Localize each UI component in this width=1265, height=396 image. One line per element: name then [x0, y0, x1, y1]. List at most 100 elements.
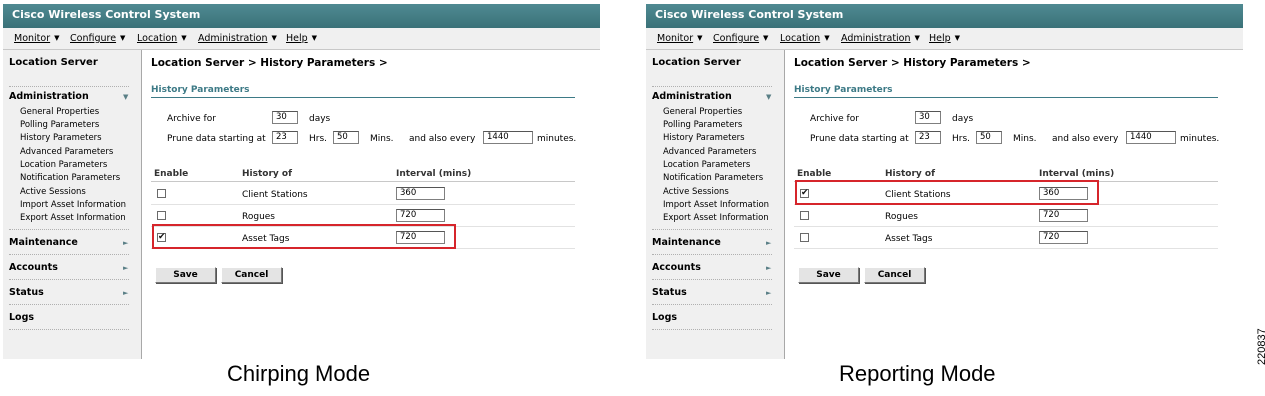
divider: [794, 248, 1218, 249]
divider: [652, 304, 772, 305]
chevron-right-icon[interactable]: ►: [123, 264, 128, 272]
cancel-button[interactable]: Cancel: [221, 267, 282, 283]
menu-help[interactable]: Help ▼: [286, 28, 317, 49]
divider: [652, 229, 772, 230]
prune-every-input[interactable]: 1440: [483, 131, 533, 144]
prune-hrs-input[interactable]: 23: [272, 131, 298, 144]
sidebar-item-export-asset-information[interactable]: Export Asset Information: [20, 213, 126, 223]
divider: [652, 254, 772, 255]
interval-input-rogues[interactable]: 720: [1039, 209, 1088, 222]
archive-days-input[interactable]: 30: [272, 111, 298, 124]
highlight-box: [795, 180, 1099, 205]
prune-mins-input[interactable]: 50: [333, 131, 359, 144]
prune-every-label: and also every: [1052, 134, 1119, 144]
menu-location[interactable]: Location ▼: [137, 28, 187, 49]
prune-mins-input[interactable]: 50: [976, 131, 1002, 144]
sidebar-section-status[interactable]: Status: [9, 287, 44, 298]
sidebar-item-general-properties[interactable]: General Properties: [20, 107, 99, 117]
sidebar-item-advanced-parameters[interactable]: Advanced Parameters: [20, 147, 113, 157]
screenshot-chirping-mode: Cisco Wireless Control System Monitor ▼ C…: [3, 4, 600, 359]
prune-every-label: and also every: [409, 134, 476, 144]
sidebar-section-logs[interactable]: Logs: [652, 312, 677, 323]
archive-days-input[interactable]: 30: [915, 111, 941, 124]
chevron-right-icon[interactable]: ►: [766, 239, 771, 247]
archive-unit-label: days: [309, 114, 331, 124]
chevron-right-icon[interactable]: ►: [123, 289, 128, 297]
menu-configure[interactable]: Configure ▼: [70, 28, 125, 49]
menu-administration[interactable]: Administration ▼: [841, 28, 920, 49]
chevron-right-icon[interactable]: ►: [766, 289, 771, 297]
menu-monitor[interactable]: Monitor ▼: [657, 28, 703, 49]
enable-checkbox-rogues[interactable]: [157, 211, 166, 220]
sidebar-item-active-sessions[interactable]: Active Sessions: [20, 187, 86, 197]
save-button[interactable]: Save: [798, 267, 859, 283]
menu-bar: Monitor ▼ Configure ▼ Location ▼ Administra…: [646, 28, 1243, 50]
prune-every-unit: minutes.: [1180, 134, 1220, 144]
sidebar-title: Location Server: [9, 57, 98, 68]
sidebar-section-administration[interactable]: Administration: [652, 91, 732, 102]
sidebar-item-import-asset-information[interactable]: Import Asset Information: [20, 200, 126, 210]
breadcrumb: Location Server > History Parameters >: [794, 57, 1031, 69]
sidebar-item-export-asset-information[interactable]: Export Asset Information: [663, 213, 769, 223]
prune-hrs-input[interactable]: 23: [915, 131, 941, 144]
sidebar-item-import-asset-information[interactable]: Import Asset Information: [663, 200, 769, 210]
sidebar-item-active-sessions[interactable]: Active Sessions: [663, 187, 729, 197]
chevron-down-icon: ▼: [824, 34, 830, 42]
sidebar-section-maintenance[interactable]: Maintenance: [652, 237, 721, 248]
cancel-button[interactable]: Cancel: [864, 267, 925, 283]
column-header-enable: Enable: [797, 169, 832, 179]
interval-input-asset-tags[interactable]: 720: [1039, 231, 1088, 244]
sidebar-item-polling-parameters[interactable]: Polling Parameters: [20, 120, 99, 130]
chevron-down-icon: ▼: [763, 34, 769, 42]
row-label-asset-tags: Asset Tags: [885, 234, 933, 244]
sidebar-section-logs[interactable]: Logs: [9, 312, 34, 323]
interval-input-rogues[interactable]: 720: [396, 209, 445, 222]
menu-bar: Monitor ▼ Configure ▼ Location ▼ Administra…: [3, 28, 600, 50]
menu-monitor[interactable]: Monitor ▼: [14, 28, 60, 49]
divider: [9, 86, 129, 87]
chevron-right-icon[interactable]: ►: [766, 264, 771, 272]
interval-input-client-stations[interactable]: 360: [396, 187, 445, 200]
divider: [9, 229, 129, 230]
sidebar: Location Server Administration ▼ General…: [646, 50, 785, 359]
menu-help[interactable]: Help ▼: [929, 28, 960, 49]
figure-number: 220837: [1256, 328, 1265, 365]
row-label-client-stations: Client Stations: [242, 190, 308, 200]
sidebar-section-status[interactable]: Status: [652, 287, 687, 298]
enable-checkbox-rogues[interactable]: [800, 211, 809, 220]
divider: [151, 204, 575, 205]
divider: [652, 279, 772, 280]
chevron-down-icon[interactable]: ▼: [123, 93, 128, 101]
divider: [652, 329, 772, 330]
sidebar-section-administration[interactable]: Administration: [9, 91, 89, 102]
column-header-interval: Interval (mins): [1039, 169, 1115, 179]
chevron-right-icon[interactable]: ►: [123, 239, 128, 247]
divider: [652, 86, 772, 87]
sidebar-section-maintenance[interactable]: Maintenance: [9, 237, 78, 248]
prune-every-input[interactable]: 1440: [1126, 131, 1176, 144]
archive-label: Archive for: [810, 114, 859, 124]
sidebar-item-notification-parameters[interactable]: Notification Parameters: [663, 173, 763, 183]
chevron-down-icon: ▼: [120, 34, 126, 42]
sidebar-item-notification-parameters[interactable]: Notification Parameters: [20, 173, 120, 183]
sidebar-item-advanced-parameters[interactable]: Advanced Parameters: [663, 147, 756, 157]
sidebar-item-history-parameters[interactable]: History Parameters: [663, 133, 745, 143]
enable-checkbox-asset-tags[interactable]: [800, 233, 809, 242]
save-button[interactable]: Save: [155, 267, 216, 283]
section-title: History Parameters: [151, 85, 250, 95]
archive-label: Archive for: [167, 114, 216, 124]
chevron-down-icon[interactable]: ▼: [766, 93, 771, 101]
menu-location[interactable]: Location ▼: [780, 28, 830, 49]
chevron-down-icon: ▼: [954, 34, 961, 42]
menu-administration[interactable]: Administration ▼: [198, 28, 277, 49]
sidebar-item-general-properties[interactable]: General Properties: [663, 107, 742, 117]
sidebar-section-accounts[interactable]: Accounts: [9, 262, 58, 273]
sidebar-item-location-parameters[interactable]: Location Parameters: [20, 160, 107, 170]
enable-checkbox-client-stations[interactable]: [157, 189, 166, 198]
sidebar-section-accounts[interactable]: Accounts: [652, 262, 701, 273]
sidebar-item-location-parameters[interactable]: Location Parameters: [663, 160, 750, 170]
menu-configure[interactable]: Configure ▼: [713, 28, 768, 49]
sidebar-item-polling-parameters[interactable]: Polling Parameters: [663, 120, 742, 130]
prune-every-unit: minutes.: [537, 134, 577, 144]
sidebar-item-history-parameters[interactable]: History Parameters: [20, 133, 102, 143]
